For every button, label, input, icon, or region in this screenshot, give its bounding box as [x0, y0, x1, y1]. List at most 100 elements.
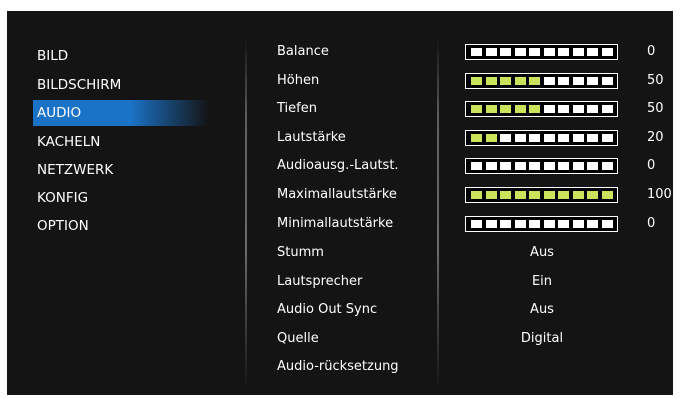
lautstaerke-segment	[500, 134, 511, 142]
balance-segment	[601, 48, 613, 56]
hoehen-segment	[500, 77, 511, 85]
audioausg-segment	[514, 162, 526, 170]
hoehen-label[interactable]: Höhen	[277, 68, 319, 94]
tiefen-segment	[558, 105, 569, 113]
minimal-segment	[543, 220, 555, 228]
balance-segment	[529, 48, 540, 56]
tiefen-segment	[485, 105, 497, 113]
audioausg-segment	[529, 162, 540, 170]
tiefen-segment	[500, 105, 511, 113]
minimal-segment	[471, 220, 482, 228]
lautstaerke-segment	[572, 134, 584, 142]
menu-item-bild[interactable]: BILD	[37, 43, 207, 69]
column-divider-left	[245, 39, 247, 391]
hoehen-segment	[572, 77, 584, 85]
lautstaerke-segment	[587, 134, 598, 142]
audioausg-label[interactable]: Audioausg.-Lautst.	[277, 153, 399, 179]
stumm-label[interactable]: Stumm	[277, 240, 324, 266]
minimal-segment	[572, 220, 584, 228]
minimal-segment	[514, 220, 526, 228]
balance-segment	[471, 48, 482, 56]
maximal-segment	[471, 191, 482, 199]
maximal-segment	[514, 191, 526, 199]
tiefen-segment	[572, 105, 584, 113]
audio-out-sync-label[interactable]: Audio Out Sync	[277, 297, 377, 323]
audioausg-segment	[543, 162, 555, 170]
audioausg-segment	[471, 162, 482, 170]
maximal-value: 100	[647, 187, 672, 202]
hoehen-segment	[587, 77, 598, 85]
tiefen-segment	[587, 105, 598, 113]
lautstaerke-value: 20	[647, 130, 664, 145]
lautstaerke-slider[interactable]	[465, 130, 618, 146]
menu-item-konfig[interactable]: KONFIG	[37, 185, 207, 211]
maximal-segment	[543, 191, 555, 199]
tiefen-segment	[471, 105, 482, 113]
maximal-segment	[587, 191, 598, 199]
lautstaerke-segment	[514, 134, 526, 142]
quelle-label[interactable]: Quelle	[277, 326, 319, 352]
hoehen-segment	[601, 77, 613, 85]
minimal-value: 0	[647, 216, 656, 231]
audioausg-segment	[572, 162, 584, 170]
menu-item-bildschirm[interactable]: BILDSCHIRM	[37, 72, 207, 98]
balance-segment	[587, 48, 598, 56]
balance-segment	[514, 48, 526, 56]
lautstaerke-segment	[471, 134, 482, 142]
lautstaerke-segment	[558, 134, 569, 142]
balance-label[interactable]: Balance	[277, 39, 329, 65]
lautstaerke-segment	[543, 134, 555, 142]
minimal-slider[interactable]	[465, 216, 618, 232]
hoehen-segment	[471, 77, 482, 85]
lautstaerke-segment	[485, 134, 497, 142]
lautstaerke-segment	[529, 134, 540, 142]
minimal-segment	[558, 220, 569, 228]
maximal-label[interactable]: Maximallautstärke	[277, 182, 397, 208]
tiefen-slider[interactable]	[465, 101, 618, 117]
balance-slider[interactable]	[465, 44, 618, 60]
stumm-value[interactable]: Aus	[487, 240, 597, 266]
balance-segment	[485, 48, 497, 56]
menu-item-kacheln[interactable]: KACHELN	[37, 129, 207, 155]
minimal-segment	[500, 220, 511, 228]
lautsprecher-value[interactable]: Ein	[487, 269, 597, 295]
audio-settings-osd: BILD BILDSCHIRM AUDIO KACHELN NETZWERK K…	[7, 11, 673, 395]
balance-segment	[500, 48, 511, 56]
menu-item-option[interactable]: OPTION	[37, 213, 207, 239]
tiefen-segment	[601, 105, 613, 113]
tiefen-label[interactable]: Tiefen	[277, 96, 317, 122]
column-divider-right	[437, 39, 439, 391]
balance-segment	[572, 48, 584, 56]
maximal-segment	[500, 191, 511, 199]
hoehen-slider[interactable]	[465, 73, 618, 89]
lautsprecher-label[interactable]: Lautsprecher	[277, 269, 362, 295]
audio-reset-item[interactable]: Audio-rücksetzung	[277, 354, 399, 380]
maximal-segment	[601, 191, 613, 199]
hoehen-value: 50	[647, 73, 664, 88]
minimal-segment	[587, 220, 598, 228]
lautstaerke-label[interactable]: Lautstärke	[277, 125, 346, 151]
audioausg-segment	[601, 162, 613, 170]
audio-out-sync-value[interactable]: Aus	[487, 297, 597, 323]
menu-item-audio[interactable]: AUDIO	[33, 100, 209, 126]
minimal-segment	[529, 220, 540, 228]
maximal-segment	[572, 191, 584, 199]
tiefen-segment	[543, 105, 555, 113]
audioausg-value: 0	[647, 158, 656, 173]
menu-item-netzwerk[interactable]: NETZWERK	[37, 157, 207, 183]
minimal-segment	[601, 220, 613, 228]
audioausg-segment	[558, 162, 569, 170]
tiefen-segment	[514, 105, 526, 113]
maximal-slider[interactable]	[465, 187, 618, 203]
hoehen-segment	[485, 77, 497, 85]
audioausg-slider[interactable]	[465, 158, 618, 174]
maximal-segment	[558, 191, 569, 199]
minimal-segment	[485, 220, 497, 228]
audioausg-segment	[485, 162, 497, 170]
quelle-value[interactable]: Digital	[487, 326, 597, 352]
hoehen-segment	[558, 77, 569, 85]
hoehen-segment	[543, 77, 555, 85]
minimal-label[interactable]: Minimallautstärke	[277, 211, 393, 237]
balance-segment	[558, 48, 569, 56]
balance-value: 0	[647, 44, 656, 59]
